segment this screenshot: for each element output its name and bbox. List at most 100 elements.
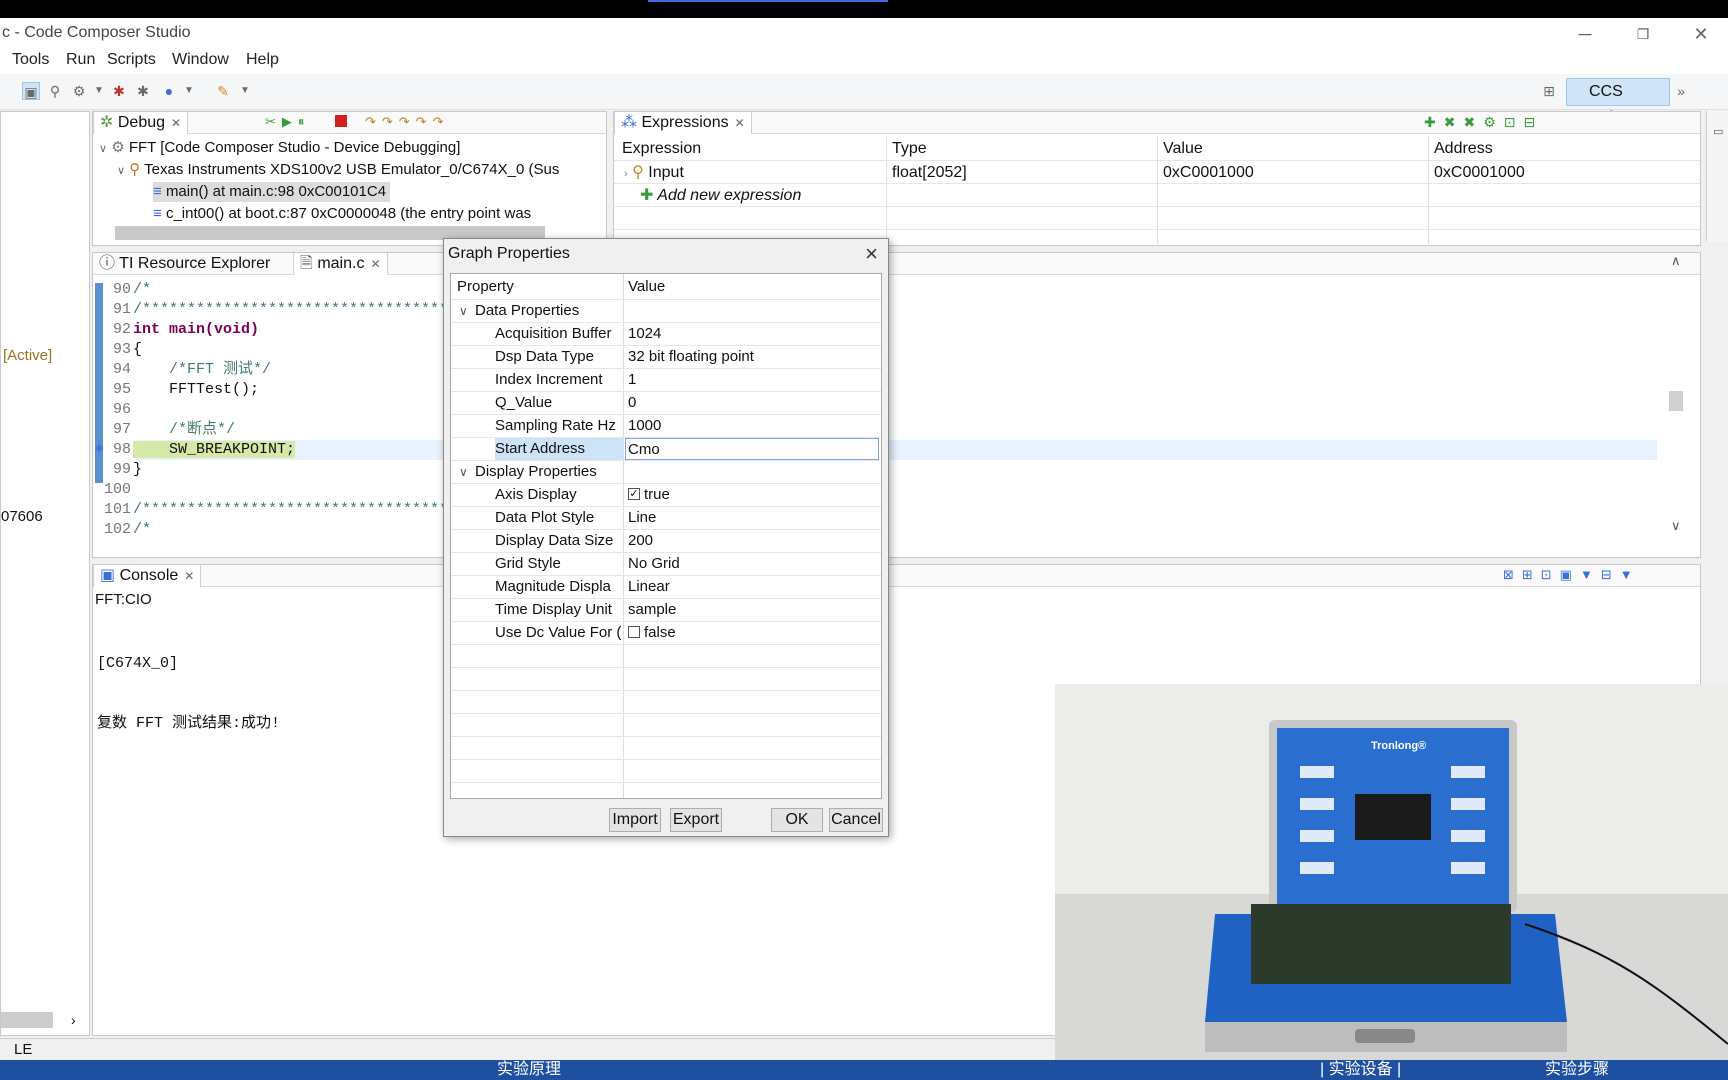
link-icon[interactable]: ⚲ <box>46 82 64 100</box>
target-dropdown-icon[interactable]: ▼ <box>180 82 198 100</box>
right-minimized-panel[interactable]: ▭ <box>1706 111 1728 241</box>
scroll-right-icon[interactable]: › <box>71 1012 76 1028</box>
collapse-icon: ∨ <box>459 465 468 479</box>
close-tab-icon[interactable]: ✕ <box>184 569 194 583</box>
prop-grid-style[interactable]: Grid Style No Grid <box>451 553 881 576</box>
tree-row-main[interactable]: ≡ main() at main.c:98 0xC00101C4 <box>153 182 391 202</box>
menu-window[interactable]: Window <box>172 51 229 69</box>
scroll-down-icon[interactable]: ∨ <box>1671 518 1681 534</box>
left-fragment: 07606 <box>1 508 43 525</box>
prop-time-display-unit[interactable]: Time Display Unit sample <box>451 599 881 622</box>
prop-index-increment[interactable]: Index Increment 1 <box>451 369 881 392</box>
property-table: Property Value ∨ Data Properties Acquisit… <box>450 273 882 799</box>
prop-dsp-data-type[interactable]: Dsp Data Type 32 bit floating point <box>451 346 881 369</box>
prop-axis-display[interactable]: Axis Display ✓ true <box>451 484 881 507</box>
build-dropdown-icon[interactable]: ▼ <box>90 82 108 100</box>
code-line-97: /*断点*/ <box>133 421 236 438</box>
expression-value[interactable]: 0xC0001000 <box>1163 163 1254 183</box>
cancel-button[interactable]: Cancel <box>829 808 883 832</box>
close-tab-icon[interactable]: ✕ <box>171 116 181 130</box>
import-button[interactable]: Import <box>609 808 661 832</box>
menu-scripts[interactable]: Scripts <box>107 51 156 69</box>
prop-q-value[interactable]: Q_Value 0 <box>451 392 881 415</box>
add-icon: ✚ <box>640 187 654 204</box>
code-line-93: { <box>133 341 143 358</box>
tree-row-emulator[interactable]: ∨ ⚲ Texas Instruments XDS100v2 USB Emula… <box>117 160 559 181</box>
tree-row-cint00[interactable]: ≡ c_int00() at boot.c:87 0xC0000048 (the… <box>153 204 531 224</box>
group-display-properties[interactable]: ∨ Display Properties <box>451 461 881 484</box>
col-address: Address <box>1434 140 1493 157</box>
menu-bar: Tools Run Scripts Window Help <box>0 48 1728 74</box>
expression-actions-icon[interactable]: ✚✖✖⚙⊡⊟ <box>1424 114 1543 131</box>
open-perspective-icon[interactable]: ⊞ <box>1540 82 1558 100</box>
tab-main-c[interactable]: 🗎 main.c ✕ <box>293 253 388 275</box>
menu-help[interactable]: Help <box>246 51 279 69</box>
debug-controls-icon[interactable]: ✂▶⏸ <box>265 114 310 130</box>
flash-icon[interactable]: ✱ <box>134 82 152 100</box>
prop-sampling-rate[interactable]: Sampling Rate Hz 1000 <box>451 415 881 438</box>
caption-principle: 实验原理 <box>497 1061 562 1078</box>
status-bar: LE <box>0 1038 1056 1060</box>
expression-row-input[interactable]: › ⚲ Input <box>624 163 684 184</box>
tool-dropdown-icon[interactable]: ▼ <box>236 82 254 100</box>
build-icon[interactable]: ⚙ <box>70 82 88 100</box>
caption-steps: 实验步骤 <box>1545 1061 1610 1078</box>
restore-icon[interactable]: ❐ <box>1630 22 1656 46</box>
ok-button[interactable]: OK <box>771 808 823 832</box>
tab-console[interactable]: ▣ Console ✕ <box>93 565 202 587</box>
scroll-up-icon[interactable]: ∧ <box>1671 253 1681 269</box>
use-dc-value-checkbox[interactable] <box>628 626 640 638</box>
caption-bar: 实验原理 | 实验设备 | 实验步骤 <box>0 1060 1728 1080</box>
video-brand: Tronlong® <box>1371 740 1427 752</box>
tool-icon[interactable]: ✎ <box>214 82 232 100</box>
menu-tools[interactable]: Tools <box>12 51 49 69</box>
left-scrollbar-thumb[interactable] <box>1 1012 53 1028</box>
console-output[interactable]: [C674X_0] 复数 FFT 测试结果:成功! <box>97 614 280 774</box>
menu-run[interactable]: Run <box>66 51 95 69</box>
breakpoint-marker-icon[interactable]: ◈ <box>95 441 103 454</box>
step-icons[interactable]: ↷↷↷↷↷ <box>365 114 449 130</box>
save-icon[interactable]: ▣ <box>22 82 40 100</box>
expression-address: 0xC0001000 <box>1434 164 1525 181</box>
close-tab-icon[interactable]: ✕ <box>735 116 745 130</box>
perspective-more-icon[interactable]: » <box>1672 82 1690 100</box>
group-data-properties[interactable]: ∨ Data Properties <box>451 300 881 323</box>
window-title: c - Code Composer Studio <box>2 24 191 41</box>
tab-resource-explorer[interactable]: ⓘ TI Resource Explorer <box>93 253 276 275</box>
expressions-panel: ⁂ Expressions ✕ ✚✖✖⚙⊡⊟ Expression Type Va… <box>613 111 1701 246</box>
prop-display-data-size[interactable]: Display Data Size 200 <box>451 530 881 553</box>
prop-acquisition-buffer[interactable]: Acquisition Buffer 1024 <box>451 323 881 346</box>
target-icon[interactable]: ● <box>160 82 178 100</box>
editor-panel: ⓘ TI Resource Explorer 🗎 main.c ✕ 90/* 91… <box>92 252 1701 558</box>
caption-equipment: | 实验设备 | <box>1320 1061 1402 1078</box>
add-new-expression[interactable]: ✚ Add new expression <box>640 186 801 206</box>
tab-debug[interactable]: ✲ Debug ✕ <box>93 112 189 134</box>
debug-icon[interactable]: ✱ <box>110 82 128 100</box>
minimize-icon[interactable]: ─ <box>1572 22 1598 46</box>
left-panel: [Active] 07606 › <box>0 111 90 1036</box>
prop-data-plot-style[interactable]: Data Plot Style Line <box>451 507 881 530</box>
info-icon: ⓘ <box>99 255 116 272</box>
code-line-92: int main(void) <box>133 321 260 338</box>
tab-expressions[interactable]: ⁂ Expressions ✕ <box>614 112 752 134</box>
prop-start-address[interactable]: Start Address Cmo <box>451 438 881 461</box>
close-tab-icon[interactable]: ✕ <box>370 257 380 271</box>
editor-vscroll-thumb[interactable] <box>1669 391 1683 411</box>
export-button[interactable]: Export <box>670 808 722 832</box>
prop-use-dc-value[interactable]: Use Dc Value For (false <box>451 622 881 645</box>
console-line: [C674X_0] <box>97 655 179 672</box>
axis-display-checkbox[interactable]: ✓ <box>628 488 640 500</box>
close-window-icon[interactable]: ✕ <box>1688 22 1714 46</box>
dialog-close-icon[interactable]: × <box>865 241 878 267</box>
status-text: LE <box>14 1041 33 1058</box>
screen-top-strip <box>0 0 1728 18</box>
code-line-102: /* <box>133 521 152 538</box>
prop-magnitude-display[interactable]: Magnitude Displa Linear <box>451 576 881 599</box>
terminate-icon[interactable] <box>335 115 347 127</box>
console-icon: ▣ <box>100 567 116 584</box>
start-address-input[interactable]: Cmo <box>625 438 879 460</box>
console-actions-icon[interactable]: ⊠⊞⊡▣▼⊟▼ <box>1503 567 1641 583</box>
tree-row-fft[interactable]: ∨ ⚙ FFT [Code Composer Studio - Device D… <box>99 138 460 159</box>
perspective-ccs-debug[interactable]: CCS Deb... <box>1566 78 1670 126</box>
restore-view-icon[interactable]: ▭ <box>1713 125 1723 138</box>
